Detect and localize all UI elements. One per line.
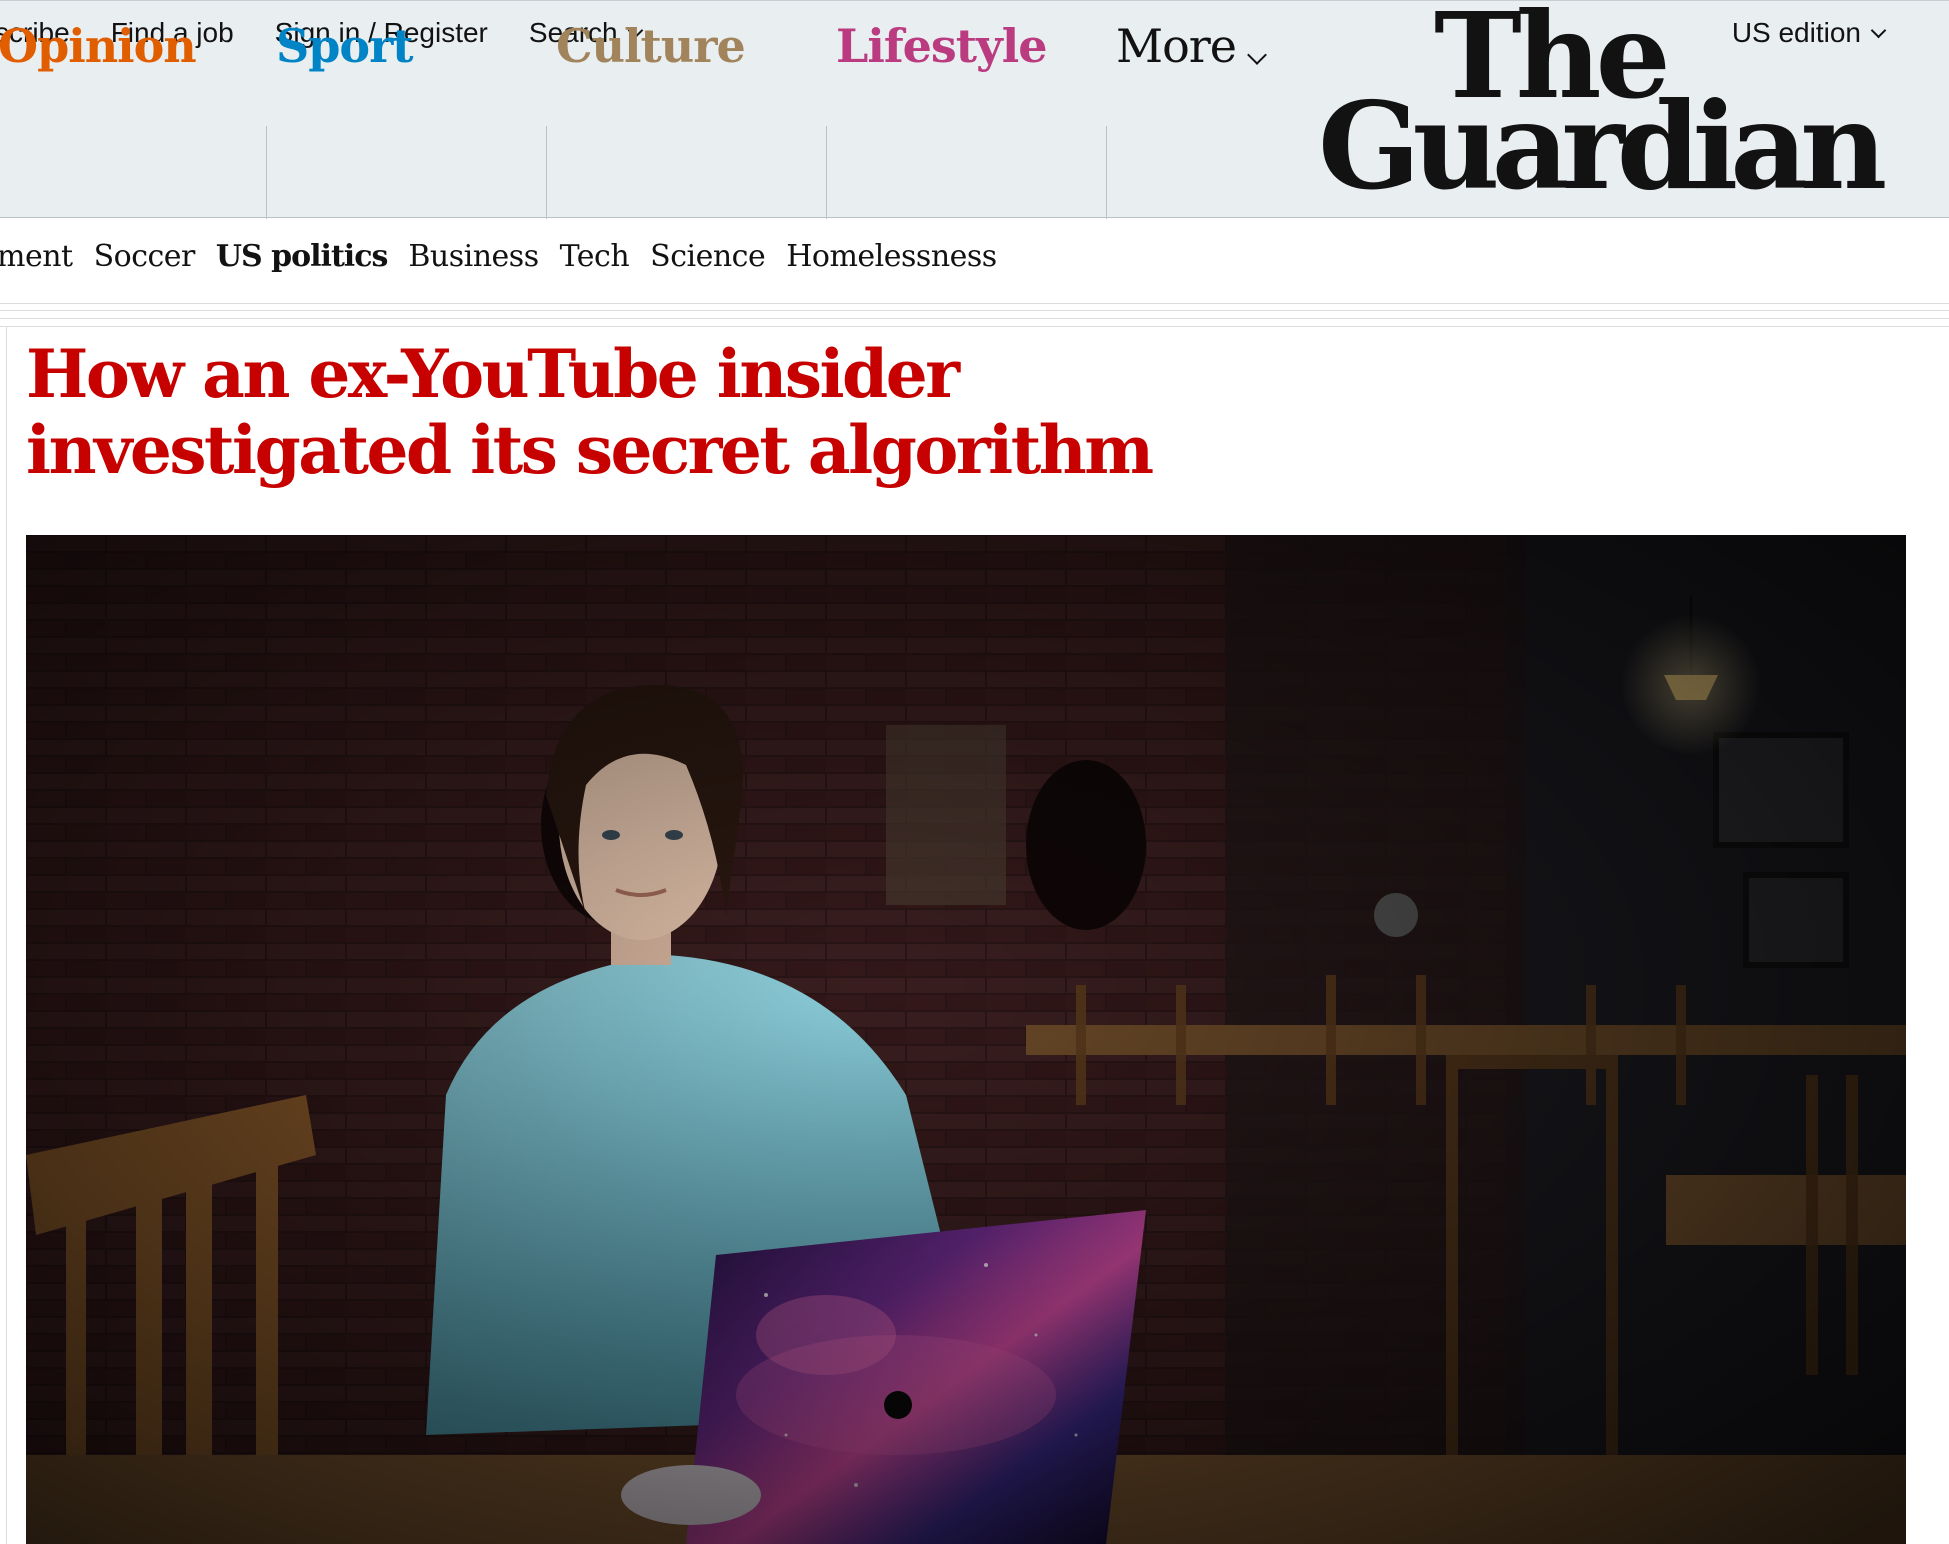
sub-navigation: ment Soccer US politics Business Tech Sc… — [0, 219, 1949, 304]
subnav-item-soccer[interactable]: Soccer — [94, 239, 196, 274]
headline-line-1: How an ex-YouTube insider — [26, 335, 960, 413]
chevron-down-icon — [1247, 45, 1267, 65]
divider — [0, 318, 1949, 319]
pillar-divider — [546, 126, 547, 219]
pillar-sport[interactable]: Sport — [276, 11, 414, 119]
guardian-logo[interactable]: The Guardian — [1318, 0, 1912, 217]
content-border — [6, 327, 7, 1544]
pillar-more[interactable]: More — [1116, 11, 1267, 119]
divider — [0, 326, 1949, 327]
article-headline: How an ex-YouTube insider investigated i… — [26, 336, 1226, 488]
subnav-item-science[interactable]: Science — [650, 239, 766, 274]
subnav-item-business[interactable]: Business — [408, 239, 539, 274]
logo-guardian: Guardian — [1318, 76, 1887, 217]
more-label: More — [1116, 19, 1237, 73]
headline-line-2: investigated its secret algorithm — [26, 411, 1154, 489]
pillar-opinion[interactable]: Opinion — [0, 11, 197, 119]
subnav-item-homelessness[interactable]: Homelessness — [786, 239, 997, 274]
hero-image[interactable] — [26, 535, 1906, 1544]
pillar-divider — [826, 126, 827, 219]
pillar-culture[interactable]: Culture — [556, 11, 746, 119]
masthead: scribe Find a job Sign in / Register Sea… — [0, 0, 1949, 219]
hero-photo — [26, 535, 1906, 1544]
pillar-divider — [266, 126, 267, 219]
divider — [0, 310, 1949, 311]
pillar-divider — [1106, 126, 1107, 219]
subnav-item-tech[interactable]: Tech — [560, 239, 630, 274]
pillar-lifestyle[interactable]: Lifestyle — [836, 11, 1047, 119]
subnav-item-us-politics[interactable]: US politics — [216, 239, 388, 274]
subnav-item-environment[interactable]: ment — [0, 239, 73, 274]
